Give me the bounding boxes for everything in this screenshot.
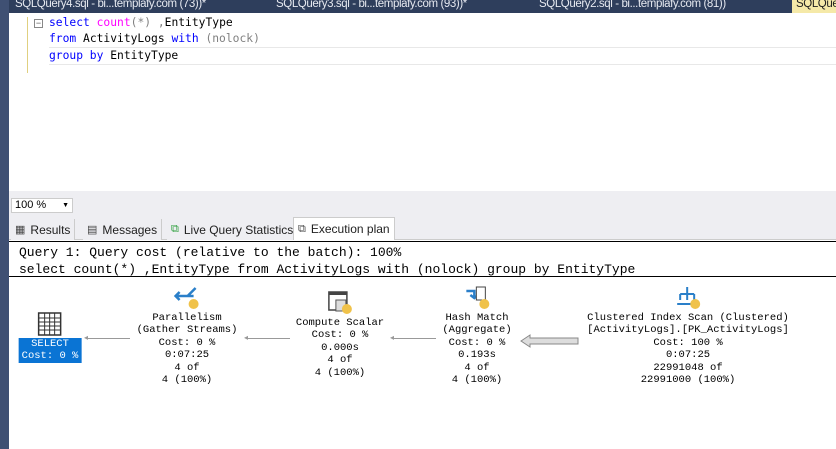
node-subtitle: (Gather Streams) xyxy=(136,324,238,337)
hash-match-icon xyxy=(464,286,490,310)
compute-scalar-icon xyxy=(327,291,353,315)
node-cost: Cost: 0 % xyxy=(158,336,216,349)
tab-messages[interactable]: ▤ Messages xyxy=(83,219,163,240)
node-subtitle: (Aggregate) xyxy=(442,324,512,337)
plan-node-compute-scalar[interactable]: Compute Scalar Cost: 0 % 0.000s 4 of 4 (… xyxy=(296,291,384,379)
table: ActivityLogs xyxy=(76,32,172,45)
zoom-select[interactable]: 100 % ▼ xyxy=(11,198,73,213)
doc-tab-sqlquery4[interactable]: SQLQuery4.sql - bi...templafy.com (73))* xyxy=(15,0,206,10)
query-editor[interactable]: − select count(*) ,EntityType from Activ… xyxy=(9,13,836,191)
keyword: group by xyxy=(49,49,104,62)
args: (*) xyxy=(130,16,152,29)
zoom-value: 100 % xyxy=(15,199,47,211)
live-stats-icon: ⧉ xyxy=(171,223,179,235)
node-rows-actual: 4 of xyxy=(327,354,353,367)
thick-data-flow-arrow xyxy=(520,334,579,348)
plan-arrow xyxy=(420,338,436,339)
divider xyxy=(9,276,836,277)
node-cost: Cost: 100 % xyxy=(653,336,723,349)
query-header: Query 1: Query cost (relative to the bat… xyxy=(19,244,635,278)
doc-tab-active[interactable]: SQLQue xyxy=(792,0,836,13)
column: EntityType xyxy=(103,49,179,62)
node-name: Compute Scalar xyxy=(295,317,385,329)
node-time: 0.000s xyxy=(321,341,359,354)
tab-label: Live Query Statistics xyxy=(183,222,294,237)
tab-label: Execution plan xyxy=(310,222,390,236)
node-name: Hash Match xyxy=(445,312,509,324)
node-time: 0.193s xyxy=(458,349,496,362)
zoom-bar: 100 % ▼ xyxy=(9,197,836,214)
grid-icon: ▦ xyxy=(15,224,26,236)
column: EntityType xyxy=(164,16,233,29)
node-rows-actual: 22991048 of xyxy=(653,361,723,374)
table-hint: (nolock) xyxy=(198,32,260,45)
plan-arrow xyxy=(88,338,130,339)
tab-results[interactable]: ▦ Results xyxy=(11,219,76,240)
node-name: Clustered Index Scan (Clustered) xyxy=(587,312,789,324)
node-name: SELECT xyxy=(18,338,82,351)
node-rows-actual: 4 of xyxy=(464,361,490,374)
query-cost: Query 1: Query cost (relative to the bat… xyxy=(19,245,402,260)
node-rows-estimated: 4 (100%) xyxy=(314,366,366,379)
arrowhead-icon: ◂ xyxy=(390,333,395,342)
document-tabs: SQLQuery4.sql - bi...templafy.com (73))*… xyxy=(9,0,836,13)
node-rows-estimated: 22991000 (100%) xyxy=(640,374,736,387)
node-rows-actual: 4 of xyxy=(174,361,200,374)
keyword: from xyxy=(49,32,77,45)
node-cost: Cost: 0 % xyxy=(448,336,506,349)
chevron-down-icon: ▼ xyxy=(62,202,69,209)
divider xyxy=(9,241,836,242)
keyword: with xyxy=(171,32,199,45)
table-icon xyxy=(37,312,63,336)
doc-tab-sqlquery2[interactable]: SQLQuery2.sql - bi...templafy.com (81)) xyxy=(539,0,726,10)
arrowhead-icon: ◂ xyxy=(244,333,249,342)
node-rows-estimated: 4 (100%) xyxy=(161,374,213,387)
plan-arrow xyxy=(248,338,290,339)
tab-label: Results xyxy=(30,222,71,237)
plan-node-parallelism[interactable]: Parallelism (Gather Streams) Cost: 0 % 0… xyxy=(136,286,238,387)
clustered-index-scan-icon xyxy=(675,286,701,310)
collapse-icon[interactable]: − xyxy=(34,19,43,28)
node-subtitle: [ActivityLogs].[PK_ActivityLogs] xyxy=(587,324,789,337)
separator: , xyxy=(151,16,165,29)
tab-live-query-statistics[interactable]: ⧉ Live Query Statistics xyxy=(167,219,299,240)
left-window-edge xyxy=(0,0,9,449)
plan-node-select[interactable]: SELECT Cost: 0 % xyxy=(18,312,82,363)
keyword: select xyxy=(49,16,90,29)
tab-execution-plan[interactable]: ⧉ Execution plan xyxy=(293,217,395,240)
plan-node-hash-match[interactable]: Hash Match (Aggregate) Cost: 0 % 0.193s … xyxy=(442,286,512,387)
node-cost: Cost: 0 % xyxy=(18,350,82,363)
node-rows-estimated: 4 (100%) xyxy=(451,374,503,387)
arrowhead-icon: ◂ xyxy=(84,333,89,342)
messages-icon: ▤ xyxy=(87,224,98,236)
parallelism-icon xyxy=(174,286,200,310)
node-time: 0:07:25 xyxy=(164,349,210,362)
code-text: select count(*) ,EntityType from Activit… xyxy=(49,15,836,65)
node-time: 0:07:25 xyxy=(665,349,711,362)
plan-icon: ⧉ xyxy=(298,222,306,235)
function: count xyxy=(96,16,131,29)
doc-tab-sqlquery3[interactable]: SQLQuery3.sql - bi...templafy.com (93))* xyxy=(276,0,467,10)
results-tabs: ▦ Results ▤ Messages ⧉ Live Query Statistic… xyxy=(9,214,836,240)
node-cost: Cost: 0 % xyxy=(311,329,369,342)
plan-node-clustered-index-scan[interactable]: Clustered Index Scan (Clustered) [Activi… xyxy=(587,286,789,386)
tab-label: Messages xyxy=(102,222,158,237)
node-name: Parallelism xyxy=(152,312,222,324)
